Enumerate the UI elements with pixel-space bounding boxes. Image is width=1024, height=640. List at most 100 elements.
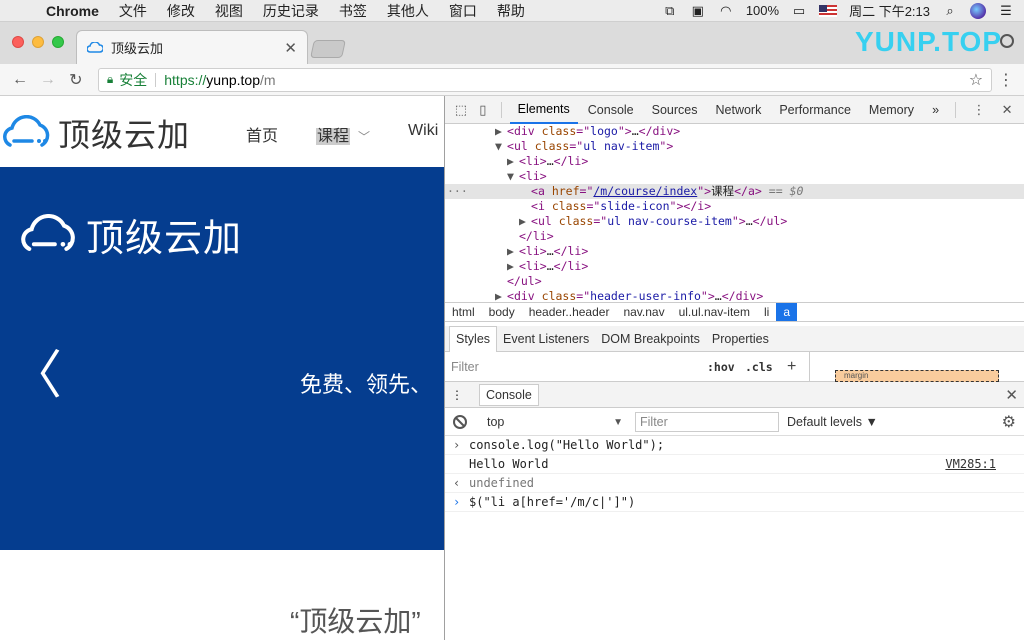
tab-memory[interactable]: Memory [861, 96, 922, 124]
dom-node[interactable]: ▶ <div class="logo">…</div> [445, 124, 1024, 139]
breadcrumb-ul[interactable]: ul.ul.nav-item [672, 303, 757, 321]
breadcrumb-header[interactable]: header..header [522, 303, 617, 321]
tab-network[interactable]: Network [708, 96, 770, 124]
styles-filter-input[interactable]: Filter [451, 360, 479, 374]
nav-home-link[interactable]: 首页 [246, 122, 278, 146]
minimize-window-button[interactable] [32, 36, 44, 48]
nav-course-label: 课程 [316, 128, 351, 145]
dom-node[interactable]: ▶ <div class="header-user-info">…</div> [445, 289, 1024, 302]
nav-wiki-link[interactable]: Wiki [408, 122, 438, 146]
close-window-button[interactable] [12, 36, 24, 48]
new-style-rule-icon[interactable]: + [787, 358, 796, 376]
screen-mirror-icon[interactable]: ⧉ [662, 3, 678, 18]
tab-sources[interactable]: Sources [644, 96, 706, 124]
siri-icon[interactable] [970, 2, 986, 19]
breadcrumb-body[interactable]: body [482, 303, 522, 321]
drawer-tab-console[interactable]: Console [479, 383, 539, 406]
hover-state-toggle[interactable]: :hov [707, 360, 735, 374]
expand-arrow-icon[interactable]: ▶ [507, 259, 519, 274]
nav-course-link[interactable]: 课程 ﹀ [316, 122, 370, 146]
camera-icon[interactable]: ▣ [690, 3, 706, 18]
expand-arrow-icon[interactable]: ▶ [495, 289, 507, 302]
url-text[interactable]: https://yunp.top/m [164, 72, 275, 88]
drawer-close-icon[interactable]: ✕ [1005, 386, 1018, 404]
clear-console-icon[interactable] [453, 414, 467, 429]
battery-icon[interactable]: ▭ [791, 3, 807, 18]
collapse-arrow-icon[interactable]: ▼ [507, 169, 519, 184]
menu-file[interactable]: 文件 [109, 1, 157, 21]
forward-button[interactable]: → [36, 68, 60, 92]
breadcrumb-html[interactable]: html [445, 303, 482, 321]
menu-view[interactable]: 视图 [205, 1, 253, 21]
tab-elements[interactable]: Elements [509, 96, 578, 124]
address-bar[interactable]: 🔒︎ 安全 https://yunp.top/m ☆ [97, 67, 993, 92]
context-select[interactable]: top ▼ [487, 412, 623, 432]
device-toolbar-icon[interactable]: ▯ [473, 99, 493, 121]
browser-menu-icon[interactable]: ⋮ [996, 70, 1016, 90]
expand-arrow-icon[interactable]: ▶ [519, 214, 531, 229]
menu-history[interactable]: 历史记录 [253, 1, 329, 21]
tab-close-icon[interactable]: ✕ [284, 39, 297, 57]
menu-help[interactable]: 帮助 [487, 1, 535, 21]
dom-node[interactable]: ▶ <li>…</li> [445, 154, 1024, 169]
input-source-flag-icon[interactable] [819, 4, 838, 17]
menu-people[interactable]: 其他人 [377, 1, 439, 21]
collapse-arrow-icon[interactable]: ▼ [495, 139, 507, 154]
console-input-line[interactable]: › $("li a[href='/m/c|']") [445, 493, 1024, 512]
breadcrumb-li[interactable]: li [757, 303, 776, 321]
wifi-icon[interactable]: ◠ [718, 3, 734, 18]
zoom-window-button[interactable] [52, 36, 64, 48]
menu-app-name[interactable]: Chrome [36, 3, 109, 19]
devtools-menu-icon[interactable]: ⋮ [968, 99, 990, 121]
console-settings-gear-icon[interactable]: ⚙ [1002, 412, 1016, 432]
menu-bookmarks[interactable]: 书签 [329, 1, 377, 21]
dom-node[interactable]: ▼ <ul class="ul nav-item"> [445, 139, 1024, 154]
tab-console[interactable]: Console [580, 96, 642, 124]
secure-label[interactable]: 安全 [119, 70, 147, 90]
expand-arrow-icon[interactable]: ▶ [507, 244, 519, 259]
menu-window[interactable]: 窗口 [439, 1, 487, 21]
tabs-overflow-icon[interactable]: » [924, 96, 947, 124]
inspect-element-icon[interactable]: ⬚ [451, 99, 471, 121]
console-input-text[interactable]: $("li a[href='/m/c|']") [469, 495, 635, 509]
breadcrumb-a[interactable]: a [776, 303, 797, 321]
notification-center-icon[interactable]: ☰ [998, 3, 1014, 18]
tab-dom-breakpoints[interactable]: DOM Breakpoints [595, 326, 706, 352]
class-toggle[interactable]: .cls [745, 360, 773, 374]
tab-event-listeners[interactable]: Event Listeners [497, 326, 595, 352]
breadcrumb-nav[interactable]: nav.nav [616, 303, 671, 321]
dom-node[interactable]: </li> [445, 229, 1024, 244]
profile-icon[interactable] [1000, 34, 1014, 48]
tab-styles[interactable]: Styles [449, 325, 498, 352]
dom-node[interactable]: ▶ <li>…</li> [445, 244, 1024, 259]
drawer-menu-icon[interactable]: ⋮ [451, 388, 463, 402]
lock-icon[interactable]: 🔒︎ [107, 72, 113, 87]
dom-node[interactable]: </ul> [445, 274, 1024, 289]
dom-node[interactable]: ▶ <li>…</li> [445, 259, 1024, 274]
new-tab-button[interactable] [310, 40, 346, 58]
log-levels-dropdown[interactable]: Default levels ▼ [787, 412, 878, 432]
expand-arrow-icon[interactable]: ▶ [495, 124, 507, 139]
dom-node[interactable]: ▶ <ul class="ul nav-course-item">…</ul> [445, 214, 1024, 229]
window-controls [12, 36, 64, 48]
dom-node[interactable]: ▼ <li> [445, 169, 1024, 184]
dom-node[interactable]: <i class="slide-icon"></i> [445, 199, 1024, 214]
pane-divider[interactable] [809, 352, 810, 382]
site-logo[interactable]: 顶级云加 [2, 110, 190, 156]
devtools-close-icon[interactable]: ✕ [996, 99, 1018, 121]
clock[interactable]: 周二 下午2:13 [849, 1, 930, 20]
tab-properties[interactable]: Properties [706, 326, 775, 352]
console-filter-input[interactable]: Filter [635, 412, 779, 432]
browser-tab-active[interactable]: 顶级云加 ✕ [76, 30, 308, 64]
carousel-prev-icon[interactable]: 〈 [10, 333, 62, 408]
menu-edit[interactable]: 修改 [157, 1, 205, 21]
back-button[interactable]: ← [8, 68, 32, 92]
dom-node-selected[interactable]: ··· <a href="/m/course/index">课程</a> == $… [445, 184, 1024, 199]
reload-button[interactable]: ↻ [64, 68, 88, 92]
bookmark-star-icon[interactable]: ☆ [969, 70, 983, 90]
ellipsis-icon[interactable]: ··· [447, 184, 468, 199]
expand-arrow-icon[interactable]: ▶ [507, 154, 519, 169]
tab-performance[interactable]: Performance [771, 96, 859, 124]
console-source-link[interactable]: VM285:1 [945, 455, 996, 474]
spotlight-search-icon[interactable]: ⌕ [942, 3, 958, 18]
